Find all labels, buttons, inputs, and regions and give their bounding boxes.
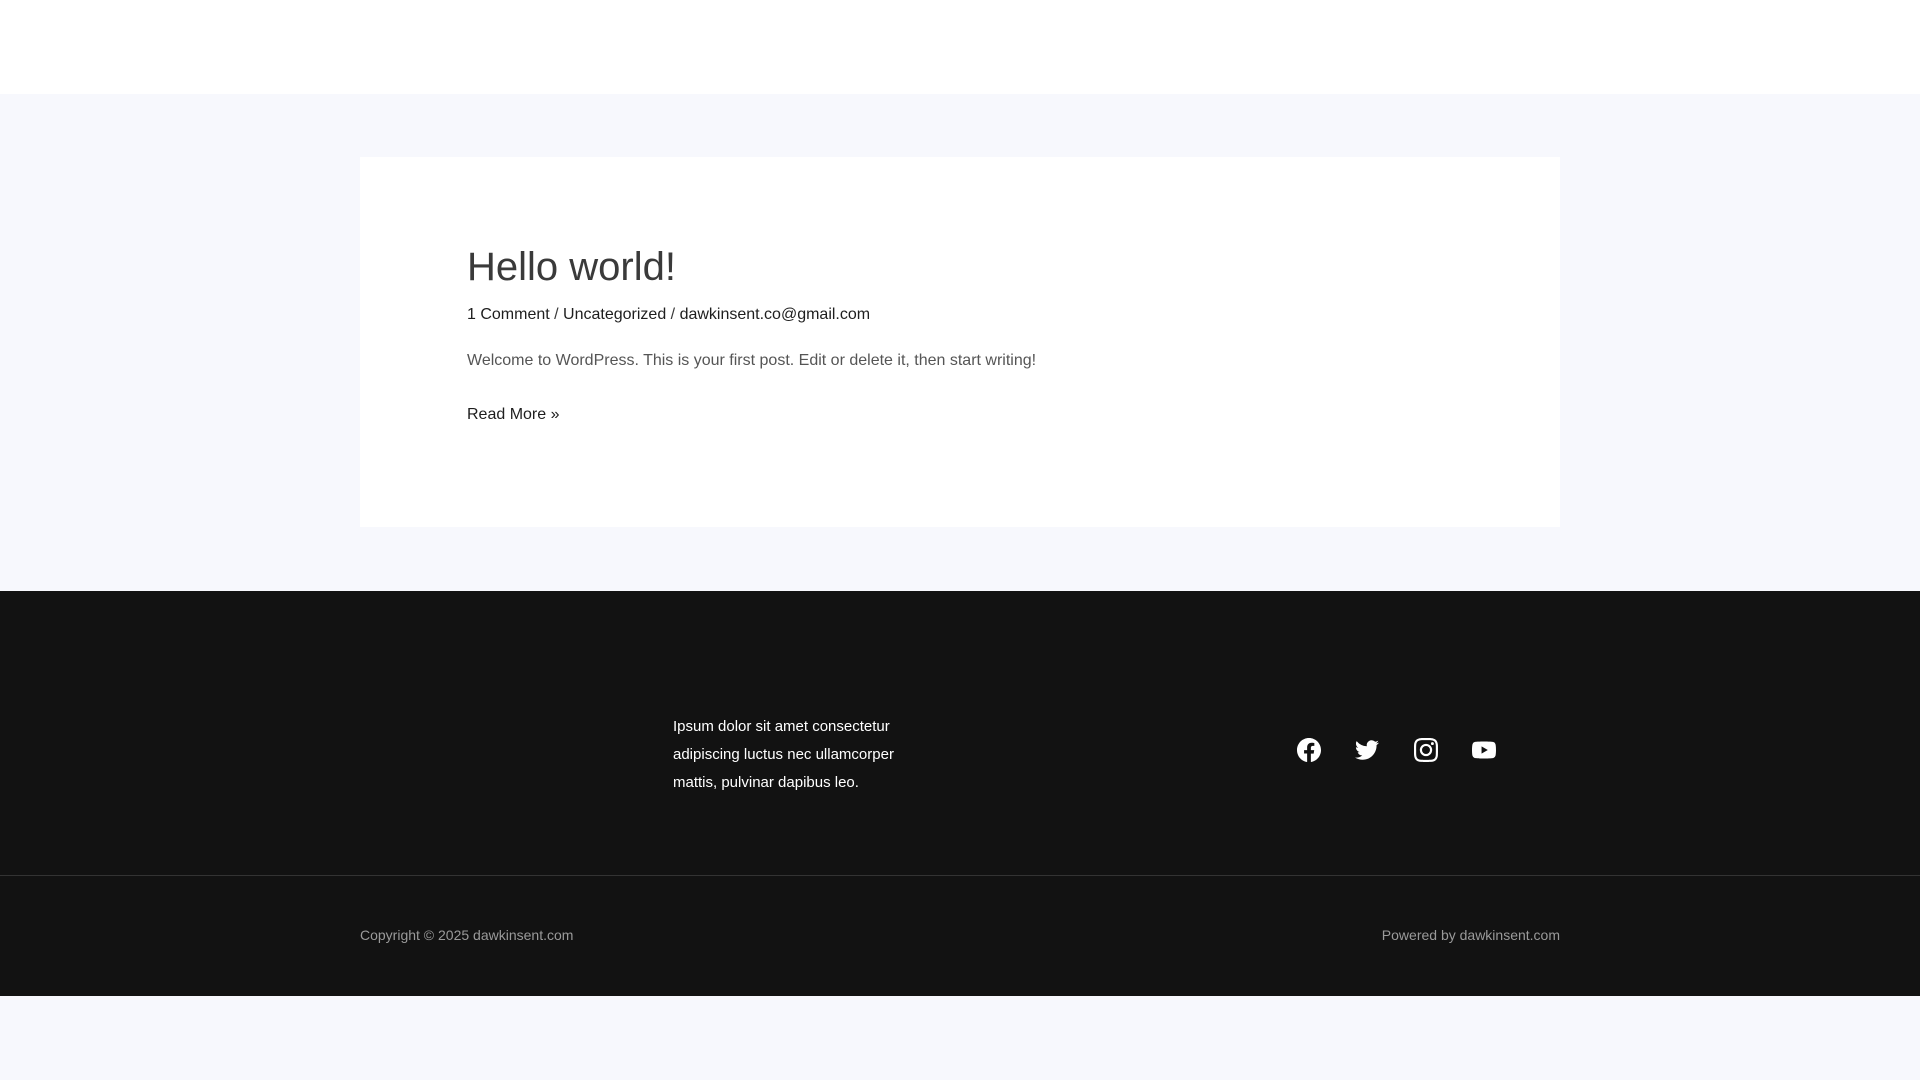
footer-text: Ipsum dolor sit amet consectetur adipisc… <box>673 718 894 791</box>
category-link[interactable]: Uncategorized <box>563 306 666 323</box>
post-excerpt: Welcome to WordPress. This is your first… <box>467 352 1037 369</box>
meta-separator: / <box>549 306 564 323</box>
post-card: Hello world! 1 Comment / Uncategorized /… <box>360 157 1560 527</box>
powered-by-text: Powered by dawkinsent.com <box>1381 927 1560 943</box>
youtube-icon[interactable] <box>1471 737 1497 763</box>
copyright-text: Copyright © 2025 dawkinsent.com <box>360 927 574 943</box>
post-meta: 1 Comment / Uncategorized / dawkinsent.c… <box>467 305 870 325</box>
footer-widgets: Ipsum dolor sit amet consectetur adipisc… <box>0 591 1920 875</box>
facebook-icon[interactable] <box>1296 737 1322 763</box>
site-header <box>0 0 1920 94</box>
post-title[interactable]: Hello world! <box>467 243 676 291</box>
author-link[interactable]: dawkinsent.co@gmail.com <box>680 306 871 323</box>
instagram-icon[interactable] <box>1413 737 1439 763</box>
page-bottom-spacer <box>0 996 1920 1080</box>
footer-bottom-bar: Copyright © 2025 dawkinsent.com Powered … <box>0 876 1920 996</box>
meta-separator: / <box>666 306 680 323</box>
comments-link[interactable]: 1 Comment <box>467 306 550 323</box>
content-area: Hello world! 1 Comment / Uncategorized /… <box>0 94 1920 591</box>
twitter-icon[interactable] <box>1354 737 1380 763</box>
read-more-link[interactable]: Read More » <box>467 405 560 425</box>
